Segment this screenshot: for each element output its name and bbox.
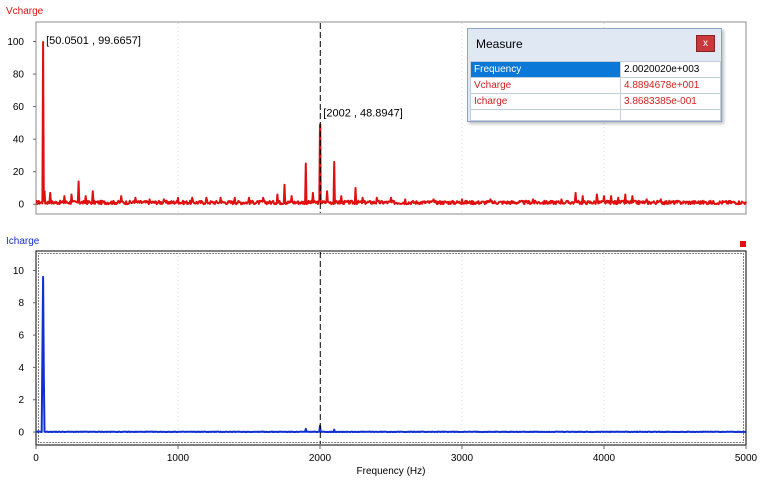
peak-annotation: [2002 , 48.8947] bbox=[323, 108, 403, 120]
y-tick-label: 0 bbox=[18, 200, 24, 211]
x-tick-label: 1000 bbox=[167, 453, 190, 464]
measure-row-value: 2.0020020e+003 bbox=[620, 61, 721, 78]
bottom-chart-title: Icharge bbox=[6, 236, 40, 247]
y-tick-label: 40 bbox=[13, 135, 25, 146]
top-chart-title: Vcharge bbox=[6, 6, 44, 17]
y-tick-label: 60 bbox=[13, 102, 25, 113]
x-tick-label: 0 bbox=[33, 453, 39, 464]
measure-dialog-title: Measure bbox=[476, 37, 523, 51]
y-tick-label: 20 bbox=[13, 167, 25, 178]
measure-row-empty bbox=[470, 109, 721, 121]
close-button[interactable]: x bbox=[696, 35, 715, 52]
measure-table: Frequency 2.0020020e+003 Vcharge 4.88946… bbox=[470, 61, 721, 121]
x-axis-label: Frequency (Hz) bbox=[357, 466, 426, 477]
measure-row-value: 3.8683385e-001 bbox=[620, 93, 721, 110]
measure-row-icharge[interactable]: Icharge 3.8683385e-001 bbox=[470, 93, 721, 110]
y-tick-label: 4 bbox=[18, 363, 24, 374]
x-tick-label: 3000 bbox=[451, 453, 474, 464]
top-chart-y-ticks: 100 80 60 40 20 0 bbox=[7, 37, 36, 211]
y-tick-label: 0 bbox=[18, 428, 24, 439]
measure-row-frequency[interactable]: Frequency 2.0020020e+003 bbox=[470, 61, 721, 78]
measure-row-name: Icharge bbox=[470, 93, 621, 110]
y-tick-label: 2 bbox=[18, 395, 24, 406]
y-tick-label: 8 bbox=[18, 298, 24, 309]
x-tick-label: 5000 bbox=[735, 453, 758, 464]
y-tick-label: 100 bbox=[7, 37, 24, 48]
bottom-chart-frame[interactable] bbox=[35, 250, 747, 446]
measure-row-vcharge[interactable]: Vcharge 4.8894678e+001 bbox=[470, 77, 721, 94]
x-tick-label: 2000 bbox=[309, 453, 332, 464]
active-trace-marker bbox=[740, 241, 746, 247]
y-tick-label: 6 bbox=[18, 331, 24, 342]
x-tick-label: 4000 bbox=[593, 453, 616, 464]
bottom-chart-y-ticks: 10 8 6 4 2 0 bbox=[13, 266, 36, 439]
y-tick-label: 80 bbox=[13, 70, 25, 81]
measure-dialog[interactable]: Measure x Frequency 2.0020020e+003 Vchar… bbox=[467, 28, 722, 122]
x-axis-ticks: 0 1000 2000 3000 4000 5000 bbox=[33, 445, 758, 464]
measure-row-name: Vcharge bbox=[470, 77, 621, 94]
y-tick-label: 10 bbox=[13, 266, 25, 277]
measure-row-value: 4.8894678e+001 bbox=[620, 77, 721, 94]
peak-annotation: [50.0501 , 99.6657] bbox=[46, 35, 141, 47]
measure-row-name: Frequency bbox=[470, 61, 621, 78]
